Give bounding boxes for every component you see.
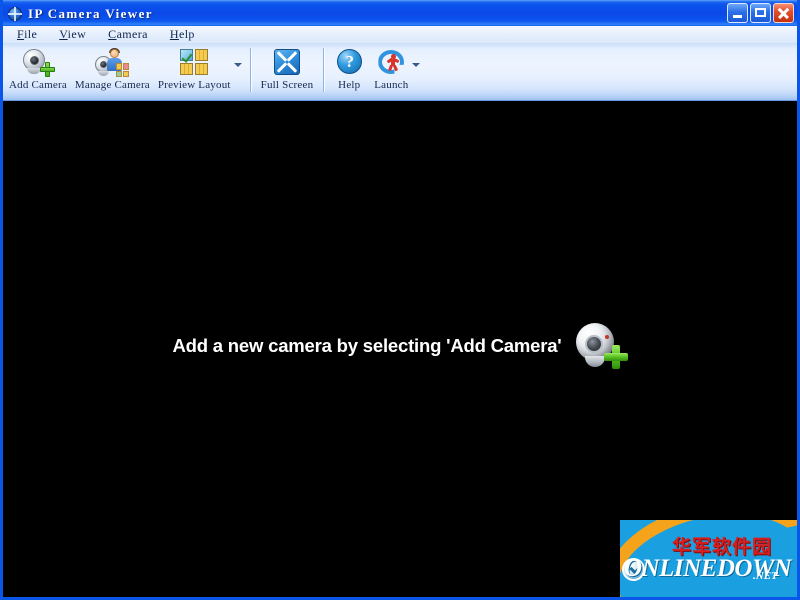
menu-help-rest: elp [178,27,195,41]
empty-state-message: Add a new camera by selecting 'Add Camer… [3,323,797,369]
help-question-icon: ? [332,48,366,78]
camera-plus-icon [575,323,628,369]
menu-item-file[interactable]: File [17,27,37,42]
toolbar-button-full-screen[interactable]: Full Screen [257,44,318,104]
minimize-button[interactable] [727,3,748,23]
maximize-button[interactable] [750,3,771,23]
launch-dropdown-arrow[interactable] [410,44,421,100]
toolbar-button-add-camera[interactable]: Add Camera [3,44,71,104]
watermark-tld-text: .NET [753,570,778,582]
menu-camera-rest: amera [116,27,148,41]
toolbar-label-manage-camera: Manage Camera [74,79,150,91]
fullscreen-arrows-icon [270,48,304,78]
toolbar: Add Camera Manage Camera Preview Layout [3,44,797,101]
window-title: IP Camera Viewer [28,5,153,21]
preview-layout-dropdown-arrow[interactable] [233,44,244,100]
toolbar-button-help[interactable]: ? Help [330,44,368,104]
empty-state-text: Add a new camera by selecting 'Add Camer… [172,335,562,356]
application-window: IP Camera Viewer File View Camera Help A… [0,0,800,600]
toolbar-label-help: Help [338,79,361,91]
menu-help-accel: H [169,27,179,41]
toolbar-label-launch: Launch [374,79,409,91]
manage-camera-icon [95,48,130,78]
camera-plus-icon [21,48,55,78]
toolbar-separator-2 [323,48,325,92]
toolbar-label-full-screen: Full Screen [260,79,314,91]
toolbar-label-preview-layout: Preview Layout [157,79,231,91]
menu-item-help[interactable]: Help [170,27,195,42]
layout-grid-icon [177,48,211,78]
video-preview-area[interactable]: Add a new camera by selecting 'Add Camer… [3,101,797,597]
menu-view-accel: V [59,27,68,41]
close-button[interactable] [773,3,794,23]
title-bar: IP Camera Viewer [3,0,797,26]
toolbar-button-preview-layout[interactable]: Preview Layout [154,44,233,104]
menu-file-rest: ile [24,27,38,41]
toolbar-label-add-camera: Add Camera [9,79,67,91]
launch-runner-icon [374,48,408,78]
menu-view-rest: iew [67,27,87,41]
toolbar-button-manage-camera[interactable]: Manage Camera [71,44,154,104]
menu-item-camera[interactable]: Camera [108,27,148,42]
menu-camera-accel: C [108,27,117,41]
toolbar-button-launch[interactable]: Launch [368,44,410,104]
globe-crosshair-icon [7,6,23,22]
toolbar-separator-1 [249,48,251,92]
window-controls [727,3,794,23]
menu-item-view[interactable]: View [59,27,86,42]
menu-bar: File View Camera Help [3,26,797,44]
watermark-logo: 华军软件园 ONLINEDOWN .NET [620,520,797,597]
